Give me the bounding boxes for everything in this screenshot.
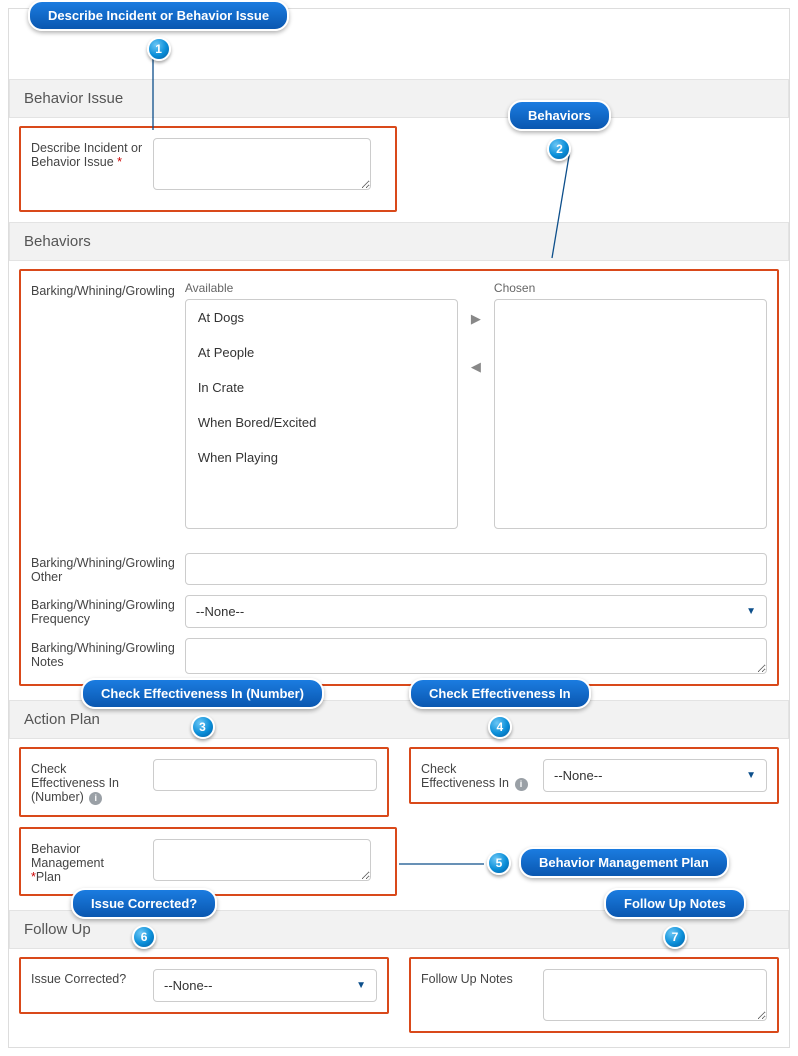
list-item[interactable]: At Dogs <box>186 300 457 335</box>
chosen-label: Chosen <box>494 281 767 295</box>
callout-number: 1 <box>147 37 171 61</box>
bwg-freq-label: Barking/Whining/Growling Frequency <box>31 595 175 626</box>
available-label: Available <box>185 281 458 295</box>
chevron-down-icon: ▼ <box>746 770 756 781</box>
field-label-text: Check Effectiveness In <box>421 762 509 790</box>
callout-label: Behaviors <box>508 100 611 131</box>
callout-label: Issue Corrected? <box>71 888 217 919</box>
move-right-icon[interactable]: ▶ <box>466 309 486 329</box>
field-label-text: Describe Incident or Behavior Issue <box>31 141 142 169</box>
issue-corrected-group: Issue Corrected? --None-- ▼ <box>19 957 389 1014</box>
callout-number: 2 <box>547 137 571 161</box>
check-effectiveness-group: Check Effectiveness In i --None-- ▼ <box>409 747 779 804</box>
issue-corrected-label: Issue Corrected? <box>31 969 143 986</box>
bmp-textarea[interactable] <box>153 839 371 881</box>
check-effectiveness-number-group: Check Effectiveness In (Number) i <box>19 747 389 817</box>
bwg-duallist: Available At Dogs At People In Crate Whe… <box>185 281 767 529</box>
field-label-text: Check Effectiveness In (Number) <box>31 762 119 804</box>
chevron-down-icon: ▼ <box>746 606 756 617</box>
list-item[interactable]: At People <box>186 335 457 370</box>
bwg-notes-label: Barking/Whining/Growling Notes <box>31 638 175 669</box>
check-label: Check Effectiveness In i <box>421 759 533 791</box>
describe-incident-label: Describe Incident or Behavior Issue * <box>31 138 143 169</box>
list-item[interactable]: In Crate <box>186 370 457 405</box>
bwg-other-label: Barking/Whining/Growling Other <box>31 553 175 584</box>
move-left-icon[interactable]: ◀ <box>466 357 486 377</box>
callout-check-effectiveness-number: Check Effectiveness In (Number) 3 <box>81 678 324 739</box>
info-icon[interactable]: i <box>515 778 528 791</box>
select-value: --None-- <box>196 604 244 619</box>
follow-up-notes-label: Follow Up Notes <box>421 969 533 986</box>
behavior-management-plan-group: Behavior Management *Plan <box>19 827 397 896</box>
list-item[interactable]: When Playing <box>186 440 457 475</box>
list-item[interactable]: When Bored/Excited <box>186 405 457 440</box>
callout-describe-incident: Describe Incident or Behavior Issue 1 <box>28 0 289 61</box>
bmp-label: Behavior Management *Plan <box>31 839 143 884</box>
bwg-label: Barking/Whining/Growling <box>31 281 175 529</box>
callout-label: Behavior Management Plan <box>519 847 729 878</box>
callout-bmp: 5 Behavior Management Plan <box>487 847 729 878</box>
section-header-behaviors: Behaviors <box>9 222 789 261</box>
required-asterisk: * <box>117 155 122 169</box>
callout-behaviors: Behaviors 2 <box>508 100 611 161</box>
callout-number: 4 <box>488 715 512 739</box>
check-num-input[interactable] <box>153 759 377 791</box>
field-label-text: Behavior Management <box>31 842 104 870</box>
follow-up-notes-group: Follow Up Notes <box>409 957 779 1033</box>
callout-number: 7 <box>663 925 687 949</box>
issue-corrected-select[interactable]: --None-- ▼ <box>153 969 377 1002</box>
follow-up-notes-textarea[interactable] <box>543 969 767 1021</box>
callout-issue-corrected: Issue Corrected? 6 <box>71 888 217 949</box>
select-value: --None-- <box>554 768 602 783</box>
field-label-text: Plan <box>36 870 61 884</box>
callout-label: Check Effectiveness In (Number) <box>81 678 324 709</box>
callout-label: Check Effectiveness In <box>409 678 591 709</box>
callout-number: 5 <box>487 851 511 875</box>
info-icon[interactable]: i <box>89 792 102 805</box>
callout-check-effectiveness: Check Effectiveness In 4 <box>409 678 591 739</box>
bwg-notes-textarea[interactable] <box>185 638 767 674</box>
chosen-listbox[interactable] <box>494 299 767 529</box>
callout-number: 3 <box>191 715 215 739</box>
check-effectiveness-select[interactable]: --None-- ▼ <box>543 759 767 792</box>
chevron-down-icon: ▼ <box>356 980 366 991</box>
bwg-other-input[interactable] <box>185 553 767 585</box>
available-listbox[interactable]: At Dogs At People In Crate When Bored/Ex… <box>185 299 458 529</box>
form-container: Behavior Issue Describe Incident or Beha… <box>8 8 790 1048</box>
bwg-freq-select[interactable]: --None-- ▼ <box>185 595 767 628</box>
callout-label: Describe Incident or Behavior Issue <box>28 0 289 31</box>
describe-incident-group: Describe Incident or Behavior Issue * <box>19 126 397 212</box>
describe-incident-textarea[interactable] <box>153 138 371 190</box>
check-num-label: Check Effectiveness In (Number) i <box>31 759 143 805</box>
callout-number: 6 <box>132 925 156 949</box>
callout-follow-up-notes: Follow Up Notes 7 <box>604 888 746 949</box>
behaviors-group: Barking/Whining/Growling Available At Do… <box>19 269 779 686</box>
section-header-behavior-issue: Behavior Issue <box>9 79 789 118</box>
select-value: --None-- <box>164 978 212 993</box>
callout-label: Follow Up Notes <box>604 888 746 919</box>
